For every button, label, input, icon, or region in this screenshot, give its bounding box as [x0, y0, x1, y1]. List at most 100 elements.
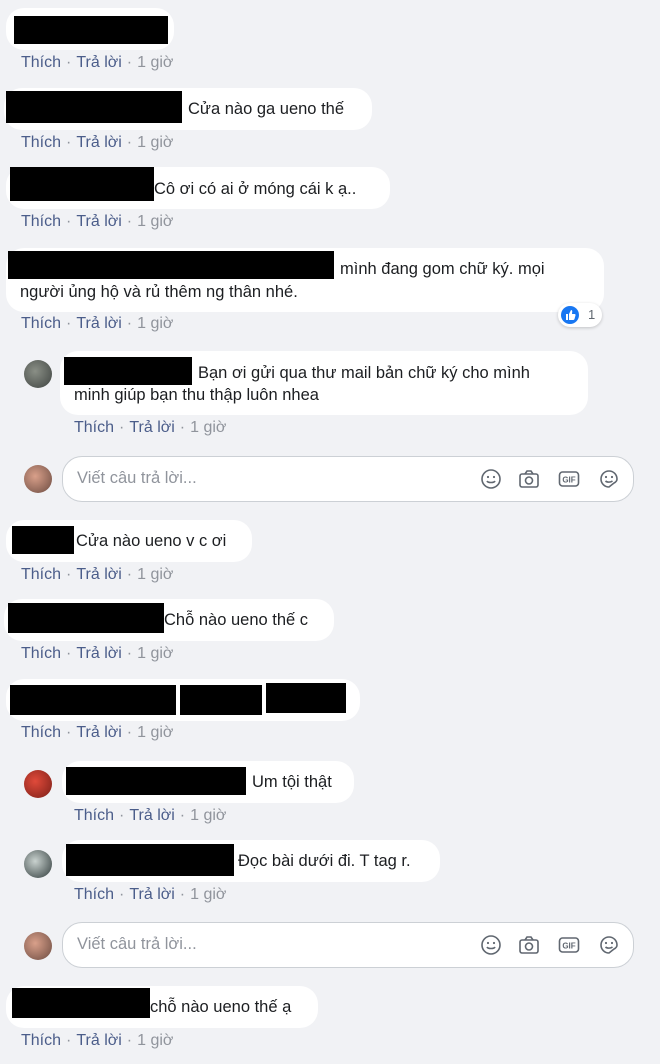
reply-link[interactable]: Trả lời [76, 645, 121, 663]
redacted-name [14, 16, 168, 44]
comment-actions: Thích · Trả lời · 1 giờ [21, 134, 174, 152]
comment-actions: Thích · Trả lời · 1 giờ [21, 54, 174, 72]
like-link[interactable]: Thích [21, 1032, 61, 1050]
reply-link[interactable]: Trả lời [129, 419, 174, 437]
emoji-icon[interactable] [479, 933, 503, 957]
svg-text:GIF: GIF [562, 942, 575, 951]
comment-text: Cửa nào ga ueno thế [188, 100, 345, 118]
reply-actions: Thích · Trả lời · 1 giờ [74, 807, 227, 825]
reply-placeholder: Viết câu trả lời... [77, 935, 197, 953]
reply-actions: Thích · Trả lời · 1 giờ [74, 419, 227, 437]
reply-link[interactable]: Trả lời [76, 134, 121, 152]
reply-text-line2: minh giúp bạn thu thập luôn nhea [74, 386, 319, 404]
comment-actions: Thích · Trả lời · 1 giờ [21, 645, 174, 663]
like-link[interactable]: Thích [21, 315, 61, 333]
redacted-name [8, 251, 334, 279]
comment-bubble: Cửa nào ueno v c ơi [6, 520, 252, 562]
comment-bubble [6, 679, 360, 721]
avatar[interactable] [24, 360, 52, 388]
timestamp[interactable]: 1 giờ [137, 213, 173, 231]
redacted-name [64, 357, 192, 385]
reply-link[interactable]: Trả lời [76, 315, 121, 333]
like-link[interactable]: Thích [74, 807, 114, 825]
like-link[interactable]: Thích [74, 419, 114, 437]
camera-icon[interactable] [517, 467, 541, 491]
avatar[interactable] [24, 850, 52, 878]
redacted-name [12, 988, 150, 1018]
reply-placeholder: Viết câu trả lời... [77, 469, 197, 487]
like-link[interactable]: Thích [21, 213, 61, 231]
avatar[interactable] [24, 770, 52, 798]
reply-input[interactable]: Viết câu trả lời... GIF [62, 922, 634, 968]
timestamp[interactable]: 1 giờ [137, 1032, 173, 1050]
sticker-icon[interactable] [597, 467, 621, 491]
like-reaction-icon [561, 306, 579, 324]
timestamp[interactable]: 1 giờ [137, 724, 173, 742]
comment-actions: Thích · Trả lời · 1 giờ [21, 566, 174, 584]
comment-actions: Thích · Trả lời · 1 giờ [21, 315, 174, 333]
reaction-badge[interactable]: 1 [558, 303, 602, 327]
reply-bubble: Đọc bài dưới đi. T tag r. [62, 840, 440, 882]
comment-text-line1: mình đang gom chữ ký. mọi [340, 260, 545, 278]
timestamp[interactable]: 1 giờ [137, 566, 173, 584]
comment-actions: Thích · Trả lời · 1 giờ [21, 213, 174, 231]
reply-link[interactable]: Trả lời [129, 886, 174, 904]
emoji-icon[interactable] [479, 467, 503, 491]
timestamp[interactable]: 1 giờ [190, 807, 226, 825]
redacted-name [10, 685, 176, 715]
timestamp[interactable]: 1 giờ [137, 645, 173, 663]
comment-bubble [6, 8, 174, 50]
comment-text-line2: người ủng hộ và rủ thêm ng thân nhé. [20, 283, 298, 301]
reply-input[interactable]: Viết câu trả lời... GIF [62, 456, 634, 502]
comment-actions: Thích · Trả lời · 1 giờ [21, 1032, 174, 1050]
like-link[interactable]: Thích [21, 724, 61, 742]
reply-link[interactable]: Trả lời [76, 724, 121, 742]
like-link[interactable]: Thích [21, 645, 61, 663]
redacted-name [12, 526, 74, 554]
redacted-name [10, 167, 154, 201]
reply-link[interactable]: Trả lời [76, 1032, 121, 1050]
reply-text: Um tội thật [252, 773, 332, 791]
comment-text: Cửa nào ueno v c ơi [76, 532, 227, 550]
timestamp[interactable]: 1 giờ [190, 419, 226, 437]
like-link[interactable]: Thích [21, 54, 61, 72]
comment-bubble: Cô ơi có ai ở móng cái k ạ.. [6, 167, 390, 209]
camera-icon[interactable] [517, 933, 541, 957]
like-link[interactable]: Thích [74, 886, 114, 904]
timestamp[interactable]: 1 giờ [190, 886, 226, 904]
comment-bubble: chỗ nào ueno thế ạ [6, 986, 318, 1028]
reply-text-line1: Bạn ơi gửi qua thư mail bản chữ ký cho m… [198, 364, 530, 382]
like-link[interactable]: Thích [21, 566, 61, 584]
comment-bubble: Cửa nào ga ueno thế [4, 88, 372, 130]
redacted-name [66, 844, 234, 876]
gif-icon[interactable]: GIF [557, 933, 581, 957]
comment-bubble: mình đang gom chữ ký. mọi người ủng hộ v… [6, 248, 604, 312]
reply-link[interactable]: Trả lời [76, 54, 121, 72]
user-avatar [24, 465, 52, 493]
comment-text: Chỗ nào ueno thế c [164, 611, 309, 629]
reply-link[interactable]: Trả lời [129, 807, 174, 825]
reply-bubble: Um tội thật [62, 761, 354, 803]
reply-actions: Thích · Trả lời · 1 giờ [74, 886, 227, 904]
redacted-name [8, 603, 164, 633]
user-avatar [24, 932, 52, 960]
reply-text: Đọc bài dưới đi. T tag r. [238, 852, 411, 870]
comment-text: chỗ nào ueno thế ạ [150, 998, 292, 1016]
timestamp[interactable]: 1 giờ [137, 54, 173, 72]
reply-bubble: Bạn ơi gửi qua thư mail bản chữ ký cho m… [60, 351, 588, 415]
svg-text:GIF: GIF [562, 476, 575, 485]
timestamp[interactable]: 1 giờ [137, 315, 173, 333]
gif-icon[interactable]: GIF [557, 467, 581, 491]
redacted-name [66, 767, 246, 795]
like-link[interactable]: Thích [21, 134, 61, 152]
reply-link[interactable]: Trả lời [76, 213, 121, 231]
timestamp[interactable]: 1 giờ [137, 134, 173, 152]
redacted-name [180, 685, 262, 715]
comment-bubble: Chỗ nào ueno thế c [4, 599, 334, 641]
reply-link[interactable]: Trả lời [76, 566, 121, 584]
redacted-name [266, 683, 346, 713]
comment-text: Cô ơi có ai ở móng cái k ạ.. [154, 180, 357, 198]
reaction-count: 1 [588, 307, 596, 322]
comment-actions: Thích · Trả lời · 1 giờ [21, 724, 174, 742]
sticker-icon[interactable] [597, 933, 621, 957]
